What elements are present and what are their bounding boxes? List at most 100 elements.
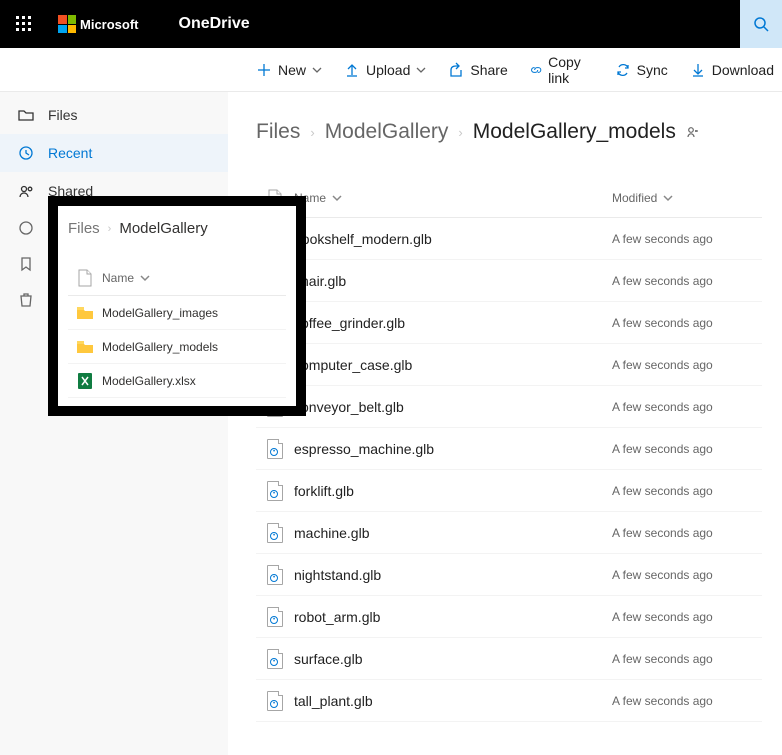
file-name: bookshelf_modern.glb (294, 231, 612, 247)
file-modified: A few seconds ago (612, 442, 762, 456)
file-name: espresso_machine.glb (294, 441, 612, 457)
file-type-icon: • (256, 523, 294, 543)
nav-files-label: Files (48, 107, 78, 123)
file-modified: A few seconds ago (612, 358, 762, 372)
chevron-right-icon: › (458, 125, 462, 140)
upload-button[interactable]: Upload (336, 56, 434, 84)
share-label: Share (470, 62, 507, 78)
new-button[interactable]: New (248, 56, 330, 84)
global-header: Microsoft OneDrive (0, 0, 782, 48)
inset-row-icon (68, 373, 102, 389)
inset-crumb-root[interactable]: Files (68, 220, 100, 237)
inset-breadcrumb: Files › ModelGallery (68, 220, 286, 237)
inset-header: Name (68, 263, 286, 296)
file-name: surface.glb (294, 651, 612, 667)
nav-recent[interactable]: Recent (0, 134, 228, 172)
file-type-icon: • (256, 565, 294, 585)
inset-row-name: ModelGallery_models (102, 340, 286, 354)
file-name: forklift.glb (294, 483, 612, 499)
file-icon (78, 269, 92, 287)
plus-icon (256, 62, 272, 78)
file-row[interactable]: •bookshelf_modern.glbA few seconds ago (256, 218, 762, 260)
new-label: New (278, 62, 306, 78)
copylink-button[interactable]: Copy link (522, 48, 601, 92)
inset-list: ModelGallery_images ModelGallery_models Mo… (68, 296, 286, 398)
inset-row[interactable]: ModelGallery.xlsx (68, 364, 286, 398)
file-type-icon: • (256, 481, 294, 501)
inset-row-name: ModelGallery.xlsx (102, 374, 286, 388)
file-modified: A few seconds ago (612, 694, 762, 708)
file-row[interactable]: •surface.glbA few seconds ago (256, 638, 762, 680)
private-icon (686, 125, 700, 139)
waffle-icon (16, 16, 32, 32)
breadcrumb: Files › ModelGallery › ModelGallery_mode… (256, 120, 762, 144)
file-row[interactable]: •forklift.glbA few seconds ago (256, 470, 762, 512)
file-name: nightstand.glb (294, 567, 612, 583)
microsoft-squares-icon (58, 15, 76, 33)
file-row[interactable]: •robot_arm.glbA few seconds ago (256, 596, 762, 638)
file-row[interactable]: •chair.glbA few seconds ago (256, 260, 762, 302)
inset-row-icon (68, 341, 102, 353)
file-row[interactable]: •conveyor_belt.glbA few seconds ago (256, 386, 762, 428)
inset-header-type-icon[interactable] (68, 269, 102, 287)
share-button[interactable]: Share (440, 56, 515, 84)
file-list-header: Name Modified (256, 178, 762, 218)
chevron-right-icon: › (108, 223, 112, 235)
inset-header-name[interactable]: Name (102, 271, 286, 285)
inset-row-icon (68, 307, 102, 319)
chevron-down-icon (140, 273, 150, 283)
file-row[interactable]: •machine.glbA few seconds ago (256, 512, 762, 554)
file-modified: A few seconds ago (612, 232, 762, 246)
header-modified[interactable]: Modified (612, 191, 762, 205)
share-icon (448, 62, 464, 78)
download-button[interactable]: Download (682, 56, 782, 84)
file-row[interactable]: •coffee_grinder.glbA few seconds ago (256, 302, 762, 344)
file-name: coffee_grinder.glb (294, 315, 612, 331)
file-modified: A few seconds ago (612, 526, 762, 540)
app-launcher[interactable] (0, 0, 48, 48)
people-icon (18, 183, 34, 199)
file-row[interactable]: •nightstand.glbA few seconds ago (256, 554, 762, 596)
download-label: Download (712, 62, 774, 78)
microsoft-logo: Microsoft (58, 15, 139, 33)
chevron-down-icon (312, 65, 322, 75)
search-button[interactable] (740, 0, 782, 48)
file-row[interactable]: •computer_case.glbA few seconds ago (256, 344, 762, 386)
chevron-right-icon: › (310, 125, 314, 140)
file-modified: A few seconds ago (612, 484, 762, 498)
command-bar: New Upload Share Copy link Sync Download (0, 48, 782, 92)
header-name[interactable]: Name (294, 191, 612, 205)
left-nav: Files Recent Shared (0, 92, 228, 755)
upload-label: Upload (366, 62, 410, 78)
clock-icon (18, 145, 34, 161)
compass-icon (18, 220, 34, 236)
breadcrumb-root[interactable]: Files (256, 120, 300, 144)
file-name: chair.glb (294, 273, 612, 289)
recycle-bin-icon (18, 292, 34, 308)
header-modified-label: Modified (612, 191, 657, 205)
upload-icon (344, 62, 360, 78)
file-row[interactable]: •espresso_machine.glbA few seconds ago (256, 428, 762, 470)
sync-label: Sync (637, 62, 668, 78)
sync-button[interactable]: Sync (607, 56, 676, 84)
file-modified: A few seconds ago (612, 568, 762, 582)
excel-icon (78, 373, 92, 389)
folder-icon (18, 107, 34, 123)
inset-crumb-current: ModelGallery (119, 220, 207, 237)
chevron-down-icon (416, 65, 426, 75)
file-row[interactable]: •tall_plant.glbA few seconds ago (256, 680, 762, 722)
bookmark-icon (18, 256, 34, 272)
file-type-icon: • (256, 607, 294, 627)
breadcrumb-current: ModelGallery_models (473, 120, 676, 144)
file-modified: A few seconds ago (612, 316, 762, 330)
file-modified: A few seconds ago (612, 274, 762, 288)
file-type-icon: • (256, 649, 294, 669)
brand-text: Microsoft (80, 17, 139, 32)
breadcrumb-mid[interactable]: ModelGallery (325, 120, 449, 144)
nav-files[interactable]: Files (0, 96, 228, 134)
file-name: computer_case.glb (294, 357, 612, 373)
main-content: Files › ModelGallery › ModelGallery_mode… (228, 92, 782, 755)
file-name: tall_plant.glb (294, 693, 612, 709)
inset-row[interactable]: ModelGallery_images (68, 296, 286, 330)
inset-row[interactable]: ModelGallery_models (68, 330, 286, 364)
